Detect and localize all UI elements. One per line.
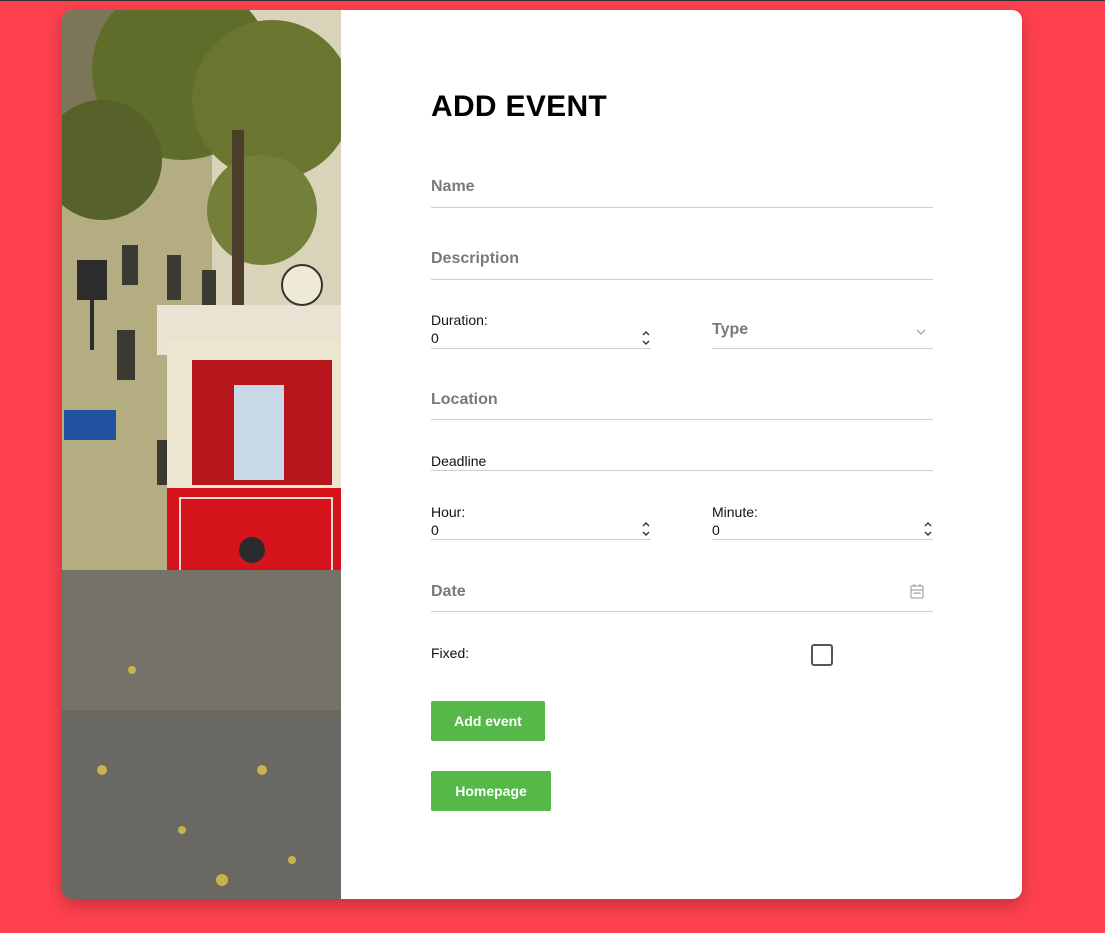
minute-stepper[interactable]: Minute: 0: [712, 504, 933, 540]
duration-value: 0: [431, 330, 439, 346]
date-field[interactable]: Date: [431, 583, 933, 612]
deadline-label: Deadline: [431, 453, 487, 469]
add-event-form: ADD EVENT Name Description Duration: 0 T…: [431, 10, 933, 899]
add-event-button[interactable]: Add event: [431, 701, 545, 741]
name-field[interactable]: Name: [431, 178, 933, 208]
location-field[interactable]: Location: [431, 391, 933, 420]
page-title: ADD EVENT: [431, 90, 608, 123]
spinner-arrows-icon[interactable]: [641, 519, 651, 539]
hour-value: 0: [431, 522, 439, 538]
duration-stepper[interactable]: Duration: 0: [431, 312, 651, 349]
event-card: ADD EVENT Name Description Duration: 0 T…: [62, 10, 1022, 899]
minute-label: Minute:: [712, 504, 758, 520]
location-placeholder: Location: [431, 391, 498, 408]
type-placeholder: Type: [712, 321, 749, 338]
description-field[interactable]: Description: [431, 250, 933, 280]
description-placeholder: Description: [431, 250, 520, 267]
type-select[interactable]: Type: [712, 321, 933, 349]
deadline-section: Deadline: [431, 453, 933, 471]
hour-stepper[interactable]: Hour: 0: [431, 504, 651, 540]
spinner-arrows-icon[interactable]: [641, 328, 651, 348]
duration-label: Duration:: [431, 312, 488, 328]
date-placeholder: Date: [431, 583, 466, 600]
window-top-border: [0, 0, 1105, 1]
chevron-down-icon: [915, 324, 927, 342]
minute-value: 0: [712, 522, 720, 538]
spinner-arrows-icon[interactable]: [923, 519, 933, 539]
fixed-label: Fixed:: [431, 645, 470, 661]
street-tram-photo: [62, 10, 341, 899]
fixed-checkbox[interactable]: [811, 644, 833, 666]
name-placeholder: Name: [431, 178, 475, 195]
calendar-icon[interactable]: [910, 584, 924, 604]
homepage-button[interactable]: Homepage: [431, 771, 551, 811]
hour-label: Hour:: [431, 504, 466, 520]
